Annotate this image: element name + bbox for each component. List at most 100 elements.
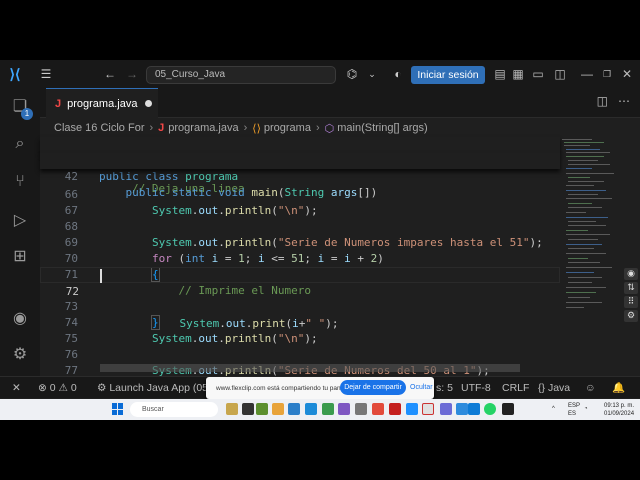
windows-start-icon[interactable]	[112, 403, 124, 415]
method-symbol-icon: ⬡	[324, 122, 335, 135]
edge-icon[interactable]	[305, 403, 317, 415]
taskbar-app-icon[interactable]	[389, 403, 401, 415]
explorer-badge: 1	[21, 108, 33, 120]
code-line-75[interactable]: 75	[40, 315, 560, 345]
activity-bar: ❏ 1 ⌕ ⑂ ▷ ⊞ ◉ ⚙	[0, 88, 40, 376]
windows-taskbar: Buscar ^ ESP ES ◔ 09:13 p. m. 01/09/2024	[0, 399, 640, 420]
code-line-66[interactable]: 66 System.out.println("\n");	[40, 171, 560, 217]
launch-config[interactable]: ⚙ Launch Java App (05	[97, 377, 208, 399]
teams-icon[interactable]	[440, 403, 452, 415]
breadcrumb-folder[interactable]: Clase 16 Ciclo For	[54, 122, 144, 134]
line-ending[interactable]: CRLF	[502, 377, 529, 399]
chrome-icon[interactable]	[422, 403, 434, 415]
accounts-half-icon[interactable]: ◐	[384, 60, 412, 88]
explorer-icon[interactable]: ❏ 1	[0, 88, 40, 124]
taskbar-app-icon[interactable]	[322, 403, 334, 415]
more-actions-icon[interactable]: ⋯	[618, 94, 630, 108]
chrome-icon[interactable]	[272, 403, 284, 415]
clock[interactable]: 09:13 p. m. 01/09/2024	[604, 402, 634, 420]
split-editor-icon[interactable]: ◫	[597, 94, 608, 108]
code-line-72[interactable]: 72 System.out.print(i+" ");	[40, 267, 560, 330]
hide-banner-link[interactable]: Ocultar	[410, 380, 433, 395]
taskbar-app-icon[interactable]	[456, 403, 468, 415]
forward-arrow-icon[interactable]: →	[118, 60, 146, 88]
code-editor[interactable]: // Deja una linea 41 public class progra…	[40, 137, 560, 393]
network-icon[interactable]: ◔	[584, 399, 588, 420]
language-indicator[interactable]: ESP ES	[568, 402, 580, 420]
lang-primary: ESP	[568, 403, 581, 409]
side-drag-icon[interactable]: ⠿	[624, 296, 638, 308]
tab-label: programa.java	[67, 97, 138, 110]
run-debug-icon[interactable]: ▷	[0, 202, 40, 238]
code-line-77[interactable]: 77 for (int i = 50; i > 0; i--)	[40, 347, 560, 393]
terminal-icon[interactable]	[502, 403, 514, 415]
restore-icon[interactable]: ❐	[596, 60, 618, 88]
indentation[interactable]: s: 5	[436, 377, 453, 399]
sticky-line-41[interactable]: 41 public class programa	[40, 137, 560, 183]
whatsapp-icon[interactable]	[484, 403, 496, 415]
minimize-icon[interactable]: —	[576, 60, 598, 88]
toggle-panel-icon[interactable]: ▭	[527, 60, 549, 88]
copilot-status-icon[interactable]: ☺	[585, 377, 596, 399]
code-line-74[interactable]: 74 System.out.println("\n");	[40, 299, 560, 345]
taskbar-app-icon[interactable]	[226, 403, 238, 415]
search-icon[interactable]: ⌕	[0, 126, 40, 162]
breadcrumb-method[interactable]: main(String[] args)	[337, 122, 427, 134]
menu-icon[interactable]: ☰	[32, 60, 60, 88]
chevron-down-icon[interactable]: ⌄	[358, 60, 386, 88]
task-view-icon[interactable]	[242, 403, 254, 415]
java-file-icon: J	[158, 122, 165, 134]
taskbar-search[interactable]: Buscar	[130, 402, 218, 417]
tray-chevron-icon[interactable]: ^	[552, 399, 555, 420]
launch-label: Launch Java App (05	[109, 382, 209, 394]
editor-actions: ◫ ⋯	[597, 94, 630, 108]
side-arrows-icon[interactable]: ⇅	[624, 282, 638, 294]
code-line-68[interactable]: 68 System.out.println("Serie de Numeros …	[40, 203, 560, 249]
breadcrumb-file[interactable]: programa.java	[168, 122, 238, 134]
title-bar: ⟩⟨ ☰ ← → 05_Curso_Java ⌬ ⌄ ◐ Iniciar ses…	[0, 60, 640, 88]
problems-indicator[interactable]: ⊗ 0 ⚠ 0	[38, 377, 77, 399]
side-settings-icon[interactable]: ⚙	[624, 310, 638, 322]
manage-gear-icon[interactable]: ⚙	[0, 336, 40, 372]
code-line-70[interactable]: 70 {	[40, 235, 560, 282]
code-line-69[interactable]: 69 for (int i = 1; i <= 51; i = i + 2)	[40, 219, 560, 265]
code-line-73[interactable]: 73 }	[40, 283, 560, 330]
code-line-71[interactable]: 71 // Imprime el Numero	[40, 251, 560, 297]
warning-icon: ⚠	[58, 382, 68, 394]
code-line-67[interactable]: 67	[40, 187, 560, 217]
encoding[interactable]: UTF-8	[461, 377, 491, 399]
clock-date: 01/09/2024	[604, 411, 635, 417]
chevron-right-icon: ›	[149, 122, 154, 134]
braces-icon: {}	[538, 382, 546, 394]
taskbar-search-placeholder: Buscar	[142, 406, 164, 413]
vscode-taskbar-icon[interactable]	[468, 403, 480, 415]
language-label: Java	[547, 382, 571, 394]
breadcrumb-class[interactable]: programa	[264, 122, 311, 134]
taskbar-app-icon[interactable]	[338, 403, 350, 415]
sign-in-button[interactable]: Iniciar sesión	[411, 66, 485, 84]
language-mode[interactable]: {} Java	[538, 377, 570, 399]
taskbar-app-icon[interactable]	[355, 403, 367, 415]
source-control-icon[interactable]: ⑂	[0, 164, 40, 200]
unsaved-dot-icon[interactable]	[145, 100, 152, 107]
extensions-icon[interactable]: ⊞	[0, 238, 40, 274]
remote-icon[interactable]: ✕	[12, 377, 21, 399]
horizontal-scrollbar[interactable]	[100, 364, 520, 372]
notifications-bell-icon[interactable]: 🔔	[612, 377, 625, 399]
taskbar-app-icon[interactable]	[256, 403, 268, 415]
command-center-search[interactable]: 05_Curso_Java	[146, 66, 336, 84]
stop-sharing-button[interactable]: Dejar de compartir	[340, 380, 406, 395]
vscode-window: ⟩⟨ ☰ ← → 05_Curso_Java ⌬ ⌄ ◐ Iniciar ses…	[0, 60, 640, 420]
taskbar-app-icon[interactable]	[372, 403, 384, 415]
sticky-line-42[interactable]: 42 public static void main(String args[]…	[40, 153, 560, 199]
taskbar-app-icon[interactable]	[406, 403, 418, 415]
accounts-icon[interactable]: ◉	[0, 300, 40, 336]
side-record-icon[interactable]: ◉	[624, 268, 638, 280]
toggle-secondary-sidebar-icon[interactable]: ◫	[549, 60, 571, 88]
close-icon[interactable]: ✕	[616, 60, 638, 88]
customize-layout-icon[interactable]: ▦	[507, 60, 529, 88]
file-explorer-icon[interactable]	[288, 403, 300, 415]
code-line-76[interactable]: 76 System.out.println("Serie de Numeros …	[40, 331, 560, 377]
tab-programa-java[interactable]: J programa.java	[46, 88, 158, 118]
minimap[interactable]	[560, 137, 622, 375]
